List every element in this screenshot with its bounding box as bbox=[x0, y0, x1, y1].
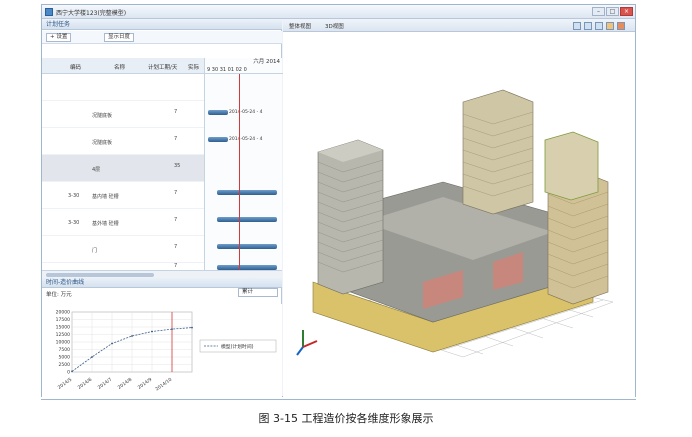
task-rows: 况隧底板 7 况隧底板 7 4层 35 3-30 基内墙 砼槽 7 3-30 基… bbox=[42, 74, 204, 271]
data-point bbox=[71, 370, 73, 373]
table-row[interactable]: 况隧底板 7 bbox=[42, 101, 204, 128]
gantt-bar[interactable] bbox=[208, 137, 228, 142]
x-tick-label: 2014/8 bbox=[117, 377, 134, 391]
gantt-chart: 六月 2014 9 30 31 01 02 0 2014-05-24 - 4 2… bbox=[204, 58, 283, 270]
x-tick-label: 2014/5 bbox=[57, 377, 74, 391]
chart-panel-header: 时间-造价曲线 bbox=[42, 278, 282, 288]
scroll-thumb[interactable] bbox=[46, 273, 154, 277]
y-tick-label: 0 bbox=[67, 370, 70, 376]
cost-chart-svg: 0 25005000 750010000 1250015000 1750020000 20… bbox=[56, 310, 277, 393]
legend-label: 模型(计划时间) bbox=[221, 343, 254, 350]
x-tick-label: 2014/7 bbox=[97, 377, 114, 391]
close-button[interactable]: × bbox=[620, 7, 633, 16]
gantt-bar-text: 2014-05-24 - 4 bbox=[229, 110, 263, 115]
setting-button[interactable]: + 设置 bbox=[46, 33, 72, 42]
unit-label: 单位: 万元 bbox=[46, 292, 72, 298]
data-point bbox=[171, 328, 173, 330]
gantt-bar-text: 2014-05-24 - 4 bbox=[229, 137, 263, 142]
gantt-day-labels: 9 30 31 01 02 0 bbox=[205, 66, 283, 74]
app-window: 西宁大学楼123(完整模型) – □ × 计划任务 + 设置 显示日度 编码 名… bbox=[41, 4, 636, 397]
viewport-toolbar: 整体视图 3D视图 bbox=[283, 20, 635, 32]
home-icon[interactable] bbox=[573, 22, 581, 30]
minimize-button[interactable]: – bbox=[592, 7, 605, 16]
app-icon bbox=[45, 8, 53, 16]
table-row[interactable] bbox=[42, 74, 204, 101]
save-icon[interactable] bbox=[595, 22, 603, 30]
model-viewport: 整体视图 3D视图 bbox=[283, 20, 635, 397]
cost-chart: 0 2500 5000 7500 10000 12500 15000 17500 20000 20… bbox=[42, 304, 282, 397]
col-header-name[interactable]: 名称 bbox=[114, 63, 125, 71]
x-tick-label: 2014/6 bbox=[77, 377, 94, 391]
data-point bbox=[191, 326, 193, 329]
data-point bbox=[151, 330, 153, 333]
y-tick-label: 10000 bbox=[56, 340, 70, 346]
type-select[interactable]: 累计 bbox=[238, 288, 278, 297]
view-tab-overall[interactable]: 整体视图 bbox=[289, 22, 311, 30]
grid-header: 编码 名称 计划工期/天 实际 bbox=[42, 58, 204, 74]
col-header-duration[interactable]: 计划工期/天 bbox=[148, 63, 177, 71]
zoom-icon[interactable] bbox=[584, 22, 592, 30]
y-tick-label: 12500 bbox=[56, 332, 70, 338]
gantt-bar[interactable] bbox=[217, 244, 277, 249]
settings-icon[interactable] bbox=[606, 22, 614, 30]
y-tick-label: 17500 bbox=[56, 317, 70, 323]
figure-caption: 图 3-15 工程造价按各维度形象展示 bbox=[258, 412, 434, 425]
gantt-month-label: 六月 2014 bbox=[253, 59, 280, 65]
title-bar: 西宁大学楼123(完整模型) – □ × bbox=[42, 5, 635, 19]
gantt-bar[interactable] bbox=[217, 190, 277, 195]
gantt-bar[interactable] bbox=[208, 110, 228, 115]
view-tab-3d[interactable]: 3D视图 bbox=[325, 22, 344, 30]
plan-toolbar: + 设置 显示日度 bbox=[42, 31, 282, 44]
x-tick-label: 2014/9 bbox=[137, 377, 154, 391]
data-point bbox=[131, 335, 133, 337]
col-header-code[interactable]: 编码 bbox=[70, 63, 81, 71]
y-tick-label: 20000 bbox=[56, 310, 70, 316]
close-view-icon[interactable] bbox=[617, 22, 625, 30]
show-toggle-button[interactable]: 显示日度 bbox=[104, 33, 135, 42]
data-point bbox=[111, 342, 113, 345]
horizontal-scrollbar[interactable] bbox=[42, 270, 282, 278]
plan-panel-header: 计划任务 bbox=[42, 20, 282, 30]
table-row[interactable]: 况隧底板 7 bbox=[42, 128, 204, 155]
x-tick-label: 2014/10 bbox=[154, 377, 173, 393]
app-title: 西宁大学楼123(完整模型) bbox=[56, 10, 127, 17]
table-row[interactable]: 3-30 基内墙 砼槽 7 bbox=[42, 182, 204, 209]
gantt-bar[interactable] bbox=[217, 217, 277, 222]
figure-divider bbox=[41, 399, 636, 400]
col-header-actual[interactable]: 实际 bbox=[188, 63, 199, 71]
table-row[interactable]: 门 7 bbox=[42, 236, 204, 263]
y-tick-label: 15000 bbox=[56, 325, 70, 331]
table-row-selected[interactable]: 4层 35 bbox=[42, 155, 204, 182]
current-date-line bbox=[239, 74, 240, 270]
maximize-button[interactable]: □ bbox=[606, 7, 619, 16]
left-panel: 计划任务 + 设置 显示日度 编码 名称 计划工期/天 实际 况隧底板 7 况隧… bbox=[42, 20, 283, 397]
table-row[interactable]: 3-30 基外墙 砼槽 7 bbox=[42, 209, 204, 236]
y-tick-label: 5000 bbox=[59, 355, 71, 361]
y-tick-label: 7500 bbox=[59, 347, 71, 353]
building-3d-model[interactable] bbox=[283, 32, 635, 397]
data-point bbox=[91, 356, 93, 358]
y-tick-label: 2500 bbox=[59, 362, 71, 368]
